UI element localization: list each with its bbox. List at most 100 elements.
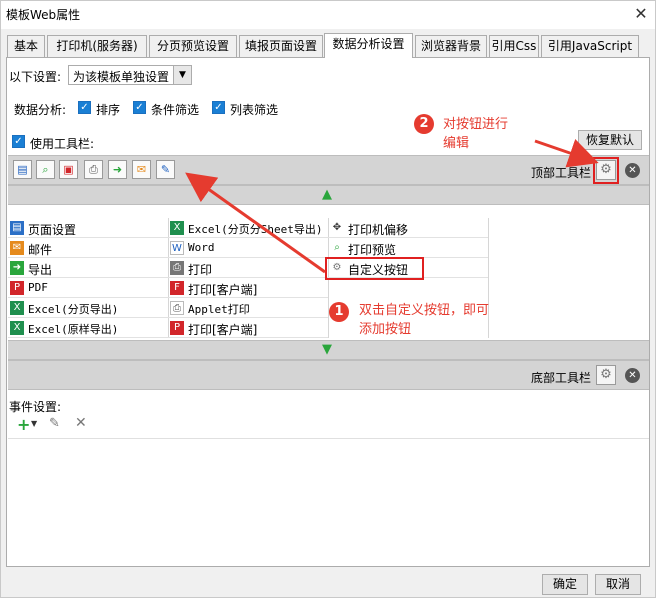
move-icon: ✥ [330,221,344,235]
page-setup-icon[interactable]: ▤ [13,160,32,179]
grid-item[interactable]: X Excel(分页导出) [8,298,168,318]
use-toolbar-checkbox[interactable]: ✓ [12,135,25,148]
scope-label: 以下设置: [9,70,62,84]
bottom-toolbar-label: 底部工具栏 [531,371,592,385]
edit-icon[interactable]: ✎ [156,160,175,179]
scope-select-value: 为该模板单独设置 [73,70,170,84]
bottom-toolbar-remove-icon[interactable]: ✕ [625,368,640,383]
tab-data-analysis[interactable]: 数据分析设置 [324,33,413,58]
list-filter-label: 列表筛选 [230,103,279,117]
highlight-edit-gear [593,157,619,184]
excel-icon: X [170,221,184,235]
export-icon[interactable]: ➜ [108,160,127,179]
grid-divider [488,218,489,338]
grid-item[interactable]: ▤ 页面设置 [8,218,168,238]
grid-item[interactable]: X Excel(原样导出) [8,318,168,338]
preview-icon[interactable]: ⌕ [36,160,55,179]
edit-icon[interactable]: ✎ [49,416,60,431]
export-icon: ➜ [10,261,24,275]
grid-item-label: 邮件 [28,243,53,257]
chevron-down-icon[interactable]: ▼ [31,419,37,428]
grid-item[interactable]: ✥ 打印机偏移 [328,218,488,238]
grid-item[interactable]: X Excel(分页分Sheet导出) [168,218,328,238]
pdf-print-icon: P [170,321,184,335]
close-icon[interactable]: ✕ [629,3,653,25]
tab-fill-page[interactable]: 填报页面设置 [239,35,323,57]
grid-item-label: 打印[客户端] [188,283,258,297]
step2-text-line2: 编辑 [443,136,470,151]
top-toolbar-remove-icon[interactable]: ✕ [625,163,640,178]
preview-icon: ⌕ [330,241,344,255]
flash-print-icon[interactable]: ▣ [59,160,78,179]
grid-item[interactable]: ⎙ Applet打印 [168,298,328,318]
grid-item[interactable]: P PDF [8,278,168,298]
top-move-row: ▲ [8,185,649,205]
event-settings-label: 事件设置: [9,400,62,414]
grid-item[interactable]: ⎙ 打印 [168,258,328,278]
grid-item-label: 打印机偏移 [348,223,409,237]
arrow-up-icon[interactable]: ▲ [322,187,332,202]
arrow-down-icon[interactable]: ▼ [322,342,332,357]
grid-item[interactable]: W Word [168,238,328,258]
sort-label: 排序 [96,103,121,117]
grid-item-label: Excel(分页导出) [28,303,119,316]
grid-item[interactable]: ➜ 导出 [8,258,168,278]
grid-item[interactable]: P 打印[客户端] [168,318,328,338]
grid-item-label: Excel(原样导出) [28,323,119,336]
delete-icon[interactable]: ✕ [75,415,87,431]
step1-text-line2: 添加按钮 [359,322,412,337]
grid-item-label: 页面设置 [28,223,77,237]
event-list[interactable] [8,438,649,566]
tab-page-preview[interactable]: 分页预览设置 [149,35,237,57]
chevron-down-icon[interactable]: ▼ [173,66,191,84]
step2-text-line1: 对按钮进行 [443,117,509,132]
dialog-window: 模板Web属性 ✕ 基本 打印机(服务器) 分页预览设置 填报页面设置 数据分析… [0,0,656,598]
grid-item-label: 打印 [188,263,213,277]
highlight-custom-button [325,257,424,280]
word-icon: W [170,241,184,255]
tab-printer-server[interactable]: 打印机(服务器) [47,35,147,57]
bottom-toolbar-row: 底部工具栏 ⚙ ✕ [8,360,649,390]
print-icon[interactable]: ⎙ [84,160,103,179]
window-title: 模板Web属性 [6,8,81,22]
step1-badge: 1 [329,302,349,322]
applet-print-icon: ⎙ [170,301,184,315]
grid-item-label: Word [188,241,215,254]
tab-browser-background[interactable]: 浏览器背景 [415,35,487,57]
flash-print-icon: F [170,281,184,295]
grid-item[interactable]: ⌕ 打印预览 [328,238,488,258]
grid-item-label: 打印[客户端] [188,323,258,337]
mail-icon: ✉ [10,241,24,255]
cancel-button[interactable]: 取消 [595,574,641,595]
grid-item-label: PDF [28,281,48,294]
mail-icon[interactable]: ✉ [132,160,151,179]
grid-item[interactable]: F 打印[客户端] [168,278,328,298]
tab-css[interactable]: 引用Css [489,35,539,57]
bottom-move-row: ▼ [8,340,649,360]
excel-icon: X [10,321,24,335]
excel-icon: X [10,301,24,315]
condition-filter-checkbox[interactable]: ✓ [133,101,146,114]
sort-checkbox[interactable]: ✓ [78,101,91,114]
grid-item-label: 打印预览 [348,243,397,257]
grid-item-label: Applet打印 [188,303,250,316]
analysis-label: 数据分析: [14,103,67,117]
button-grid: ▤ 页面设置 ✉ 邮件 ➜ 导出 P PDF X Excel(分页导出) X E… [8,218,649,343]
list-filter-checkbox[interactable]: ✓ [212,101,225,114]
step2-badge: 2 [414,114,434,134]
top-toolbar-row: ▤ ⌕ ▣ ⎙ ➜ ✉ ✎ 顶部工具栏 ⚙ ✕ [8,155,649,185]
grid-item[interactable]: ✉ 邮件 [8,238,168,258]
add-icon[interactable]: + [17,415,30,434]
ok-button[interactable]: 确定 [542,574,588,595]
bottom-toolbar-edit-gear-icon[interactable]: ⚙ [596,365,616,385]
restore-default-button[interactable]: 恢复默认 [578,130,642,150]
tab-javascript[interactable]: 引用JavaScript [541,35,639,57]
tab-basic[interactable]: 基本 [7,35,45,57]
scope-select[interactable]: 为该模板单独设置 ▼ [68,65,192,85]
step1-text-line1: 双击自定义按钮，即可 [359,303,490,318]
use-toolbar-label: 使用工具栏: [30,137,95,151]
pdf-icon: P [10,281,24,295]
top-toolbar-label: 顶部工具栏 [531,166,592,180]
condition-filter-label: 条件筛选 [151,103,200,117]
grid-item-label: 导出 [28,263,53,277]
